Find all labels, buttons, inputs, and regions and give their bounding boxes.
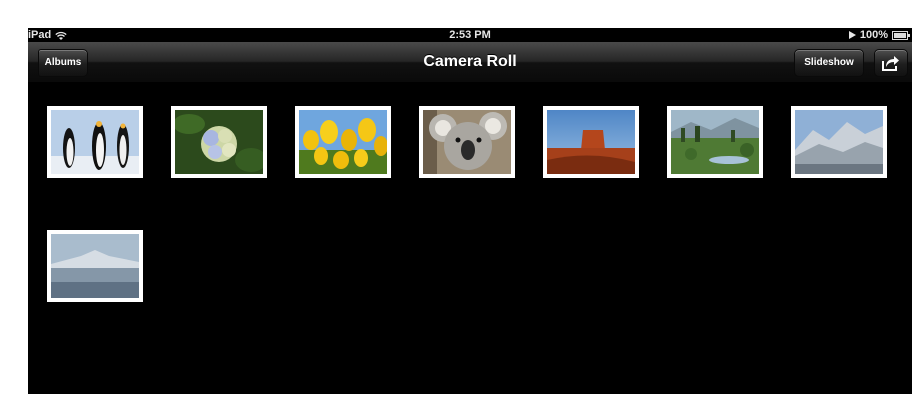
mountains-image (795, 110, 883, 174)
koala-image (423, 110, 511, 174)
snowy-peak-image (51, 234, 139, 298)
navigation-bar: Albums Camera Roll Slideshow (28, 42, 912, 83)
photo-thumbnail-hydrangeas[interactable] (171, 106, 267, 178)
play-icon (848, 31, 856, 39)
ipad-screen: iPad 2:53 PM 100% Albums Camera Roll Sli… (28, 28, 912, 394)
status-time: 2:53 PM (449, 29, 491, 41)
photo-thumbnail-meadow[interactable] (667, 106, 763, 178)
penguins-image (51, 110, 139, 174)
battery-icon (892, 30, 910, 40)
status-bar: iPad 2:53 PM 100% (28, 28, 912, 42)
slideshow-button[interactable]: Slideshow (794, 49, 864, 77)
share-icon (882, 56, 899, 71)
tulips-image (299, 110, 387, 174)
photo-thumbnail-desert[interactable] (543, 106, 639, 178)
photo-thumbnail-tulips[interactable] (295, 106, 391, 178)
battery-percent: 100% (859, 29, 888, 41)
page-title: Camera Roll (423, 53, 517, 70)
photo-thumbnail-koala[interactable] (419, 106, 515, 178)
status-right: 100% (848, 28, 910, 42)
photo-grid (28, 82, 912, 394)
hydrangeas-image (175, 110, 263, 174)
photo-thumbnail-mountains[interactable] (791, 106, 887, 178)
meadow-image (671, 110, 759, 174)
desert-image (547, 110, 635, 174)
share-button[interactable] (874, 49, 908, 77)
photo-thumbnail-penguins[interactable] (47, 106, 143, 178)
photo-thumbnail-snowy-peak[interactable] (47, 230, 143, 302)
